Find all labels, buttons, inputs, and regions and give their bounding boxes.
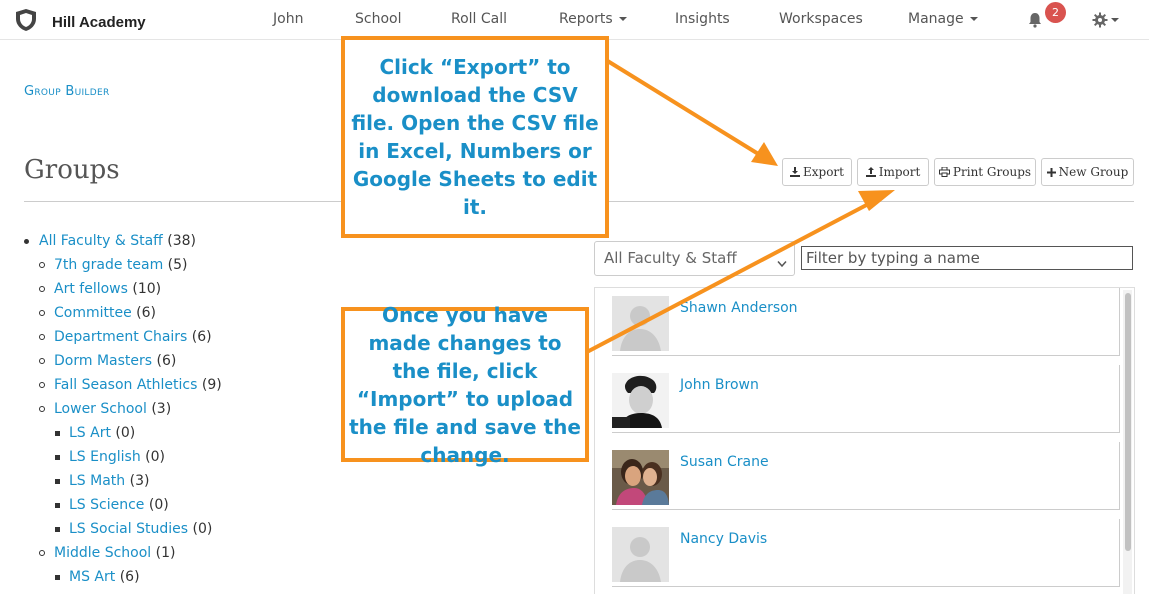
avatar-placeholder — [612, 527, 669, 582]
export-arrowhead — [751, 142, 778, 166]
tree-item[interactable]: LS Social Studies (0) — [55, 519, 212, 539]
avatar-placeholder — [612, 296, 669, 351]
avatar-photo — [612, 373, 669, 428]
tree-item[interactable]: Department Chairs (6) — [39, 327, 212, 347]
export-callout-text: Click “Export” to download the CSV file.… — [351, 55, 599, 219]
tree-item[interactable]: MS Art (6) — [55, 567, 140, 587]
nav-item-insights[interactable]: Insights — [675, 11, 730, 27]
tree-item[interactable]: LS Art (0) — [55, 423, 135, 443]
tree-item[interactable]: LS English (0) — [55, 447, 165, 467]
filter-placeholder: Filter by typing a name — [806, 249, 980, 267]
nav-item-workspaces[interactable]: Workspaces — [779, 11, 863, 27]
person-row[interactable]: Susan Crane — [612, 442, 1120, 510]
nav-item-manage[interactable]: Manage — [908, 11, 978, 27]
export-button[interactable]: Export — [782, 158, 852, 186]
upload-icon — [865, 167, 876, 177]
filter-input[interactable]: Filter by typing a name — [801, 246, 1133, 270]
tree-item[interactable]: LS Science (0) — [55, 495, 169, 515]
scrollbar-thumb[interactable] — [1125, 293, 1131, 551]
chevron-down-icon — [777, 254, 787, 272]
group-select[interactable]: All Faculty & Staff — [594, 241, 795, 276]
shield-logo-icon — [14, 8, 38, 36]
import-label: Import — [878, 165, 921, 179]
import-callout-text: Once you have made changes to the file, … — [349, 302, 581, 467]
tree-item[interactable]: Committee (6) — [39, 303, 156, 323]
export-arrow-line — [604, 58, 762, 157]
breadcrumb[interactable]: Group Builder — [24, 84, 110, 99]
tree-item[interactable]: Middle School (1) — [39, 543, 175, 563]
settings-caret-icon[interactable] — [1111, 18, 1119, 22]
nav-item-reports[interactable]: Reports — [559, 11, 627, 27]
person-row[interactable]: John Brown — [612, 365, 1120, 433]
nav-item-john[interactable]: John — [273, 11, 303, 27]
person-row[interactable]: Nancy Davis — [612, 519, 1120, 587]
plus-icon — [1046, 167, 1056, 177]
avatar-photo — [612, 450, 669, 505]
nav-item-roll-call[interactable]: Roll Call — [451, 11, 507, 27]
tree-item[interactable]: LS Math (3) — [55, 471, 149, 491]
new-group-label: New Group — [1058, 165, 1129, 179]
export-label: Export — [803, 165, 844, 179]
tree-item[interactable]: Dorm Masters (6) — [39, 351, 176, 371]
import-button[interactable]: Import — [857, 158, 929, 186]
brand-name: Hill Academy — [52, 13, 146, 31]
bell-icon[interactable] — [1026, 11, 1044, 33]
tree-item[interactable]: Lower School (3) — [39, 399, 171, 419]
caret-down-icon — [969, 17, 978, 21]
export-callout: Click “Export” to download the CSV file.… — [341, 36, 609, 238]
people-list: Shawn Anderson John Brown Susan Crane Na… — [594, 287, 1135, 594]
nav-item-school[interactable]: School — [355, 11, 401, 27]
tree-item[interactable]: All Faculty & Staff (38) — [24, 231, 196, 251]
tree-item[interactable]: Art fellows (10) — [39, 279, 161, 299]
print-groups-label: Print Groups — [952, 165, 1032, 179]
gear-icon[interactable] — [1092, 12, 1108, 32]
page-title: Groups — [24, 155, 120, 185]
person-name[interactable]: Susan Crane — [680, 454, 769, 470]
import-callout: Once you have made changes to the file, … — [341, 303, 589, 467]
notification-count-badge: 2 — [1045, 2, 1066, 23]
tree-item[interactable]: 7th grade team (5) — [39, 255, 188, 275]
printer-icon — [938, 167, 950, 177]
print-groups-button[interactable]: Print Groups — [934, 158, 1036, 186]
tree-item[interactable]: Fall Season Athletics (9) — [39, 375, 222, 395]
person-name[interactable]: John Brown — [680, 377, 759, 393]
caret-down-icon — [618, 17, 627, 21]
new-group-button[interactable]: New Group — [1041, 158, 1134, 186]
person-name[interactable]: Nancy Davis — [680, 531, 767, 547]
person-row[interactable]: Shawn Anderson — [612, 288, 1120, 356]
download-icon — [790, 167, 800, 177]
group-select-value: All Faculty & Staff — [604, 249, 737, 267]
brand[interactable]: Hill Academy — [14, 8, 146, 36]
top-navbar: Hill Academy John School Roll Call Repor… — [0, 0, 1149, 40]
person-name[interactable]: Shawn Anderson — [680, 300, 798, 316]
